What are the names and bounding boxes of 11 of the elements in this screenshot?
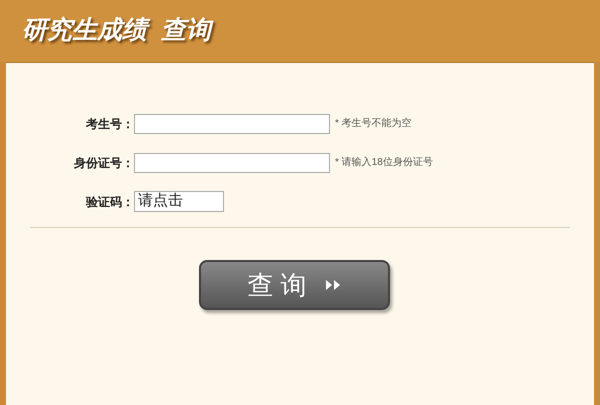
- search-button[interactable]: 查 询: [198, 260, 390, 310]
- field-label: 身份证号：: [73, 154, 134, 172]
- field-label: 考生号：: [85, 116, 134, 132]
- field-hint: * 考生号不能为空: [335, 116, 412, 131]
- field-label: 验证码：: [84, 194, 134, 210]
- captcha-field[interactable]: 请点击: [134, 191, 224, 212]
- page-title: 研究生成绩 查询: [22, 12, 211, 50]
- field-hint: * 请输入18位身份证号: [335, 156, 433, 170]
- double-arrow-icon: [324, 280, 341, 290]
- input-field[interactable]: [134, 114, 330, 134]
- input-field[interactable]: [134, 152, 330, 172]
